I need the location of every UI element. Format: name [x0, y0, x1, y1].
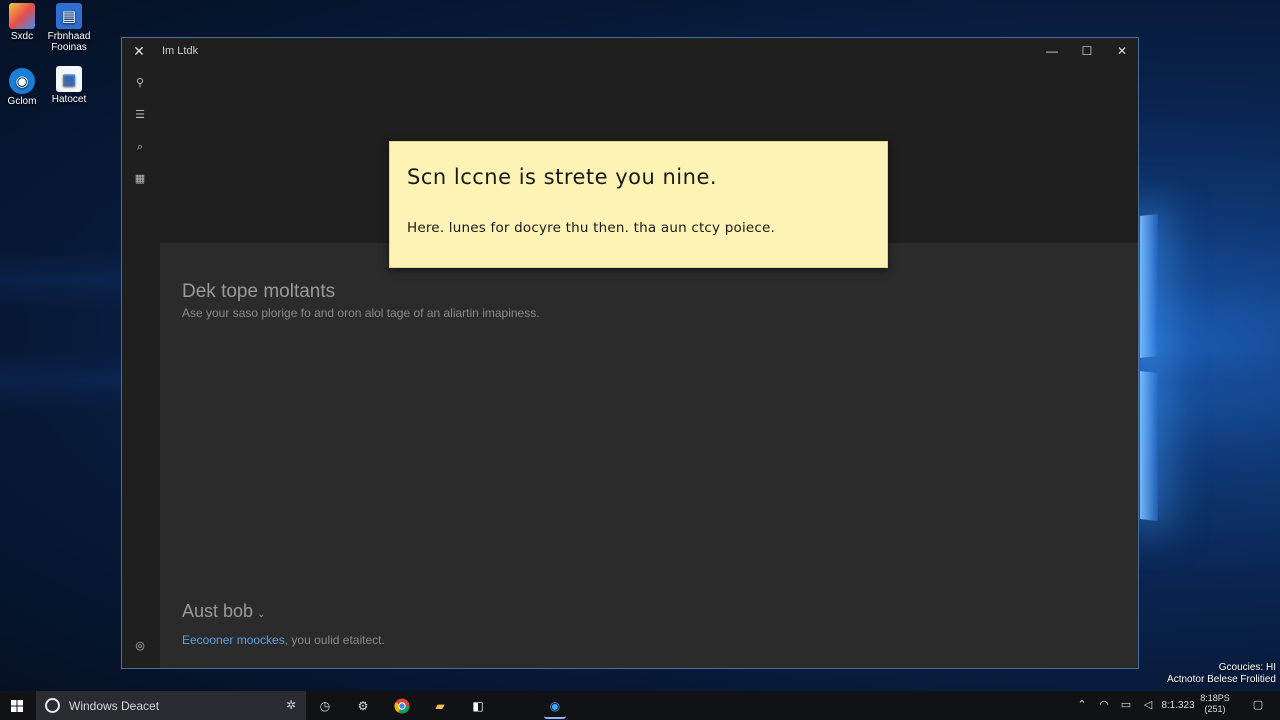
tray-time[interactable]: 8:1.323 — [1160, 691, 1196, 720]
edge-browser-icon: ◉ — [9, 68, 35, 94]
settings-icon[interactable]: ◎ — [131, 637, 149, 655]
note-title: Scn lccne is strete you nine. — [407, 165, 718, 189]
section2-title-text: Aust bob — [182, 601, 254, 621]
close-button[interactable]: ✕ — [1107, 41, 1137, 61]
desktop-icon[interactable]: ▦ Hatocet — [39, 66, 99, 105]
clock-app-icon[interactable]: ◷ — [314, 695, 336, 717]
action-link[interactable]: Eecooner moockes — [182, 633, 285, 647]
search-icon[interactable]: ⌕ — [131, 138, 149, 156]
note-body: Here. lunes for docyre thu then. tha aun… — [407, 220, 776, 236]
section2-title[interactable]: Aust bob ⌄ — [182, 601, 265, 622]
document-icon: ▦ — [56, 66, 82, 92]
section-heading: Dek tope moltants — [182, 281, 336, 302]
desktop-icon-label: Frbnhaad Fooinas — [47, 31, 91, 53]
sticky-note[interactable]: Scn lccne is strete you nine. Here. lune… — [389, 141, 888, 268]
title-bar[interactable]: ✕ Im Ltdk — ☐ ✕ — [122, 38, 1138, 64]
main-content: Dek tope moltants Ase your saso plorige … — [160, 243, 1138, 668]
pin-icon[interactable]: ⚲ — [131, 74, 149, 92]
file-explorer-icon[interactable]: ▰ — [429, 695, 451, 717]
watermark-line1: Gcoucies: HI — [1218, 662, 1276, 673]
search-box[interactable]: Windows Deacet ✲ — [36, 691, 306, 720]
window-title: Im Ltdk — [162, 45, 199, 57]
store-icon[interactable]: ◧ — [467, 695, 489, 717]
wifi-icon[interactable]: ◠ — [1096, 691, 1112, 720]
link-suffix: , you oulid etaitect. — [284, 633, 385, 647]
windows-logo-pane — [1140, 371, 1158, 521]
chrome-icon[interactable] — [391, 695, 413, 717]
desktop-icon-label: Hatocet — [51, 94, 87, 105]
windows-logo-icon — [11, 699, 23, 712]
desktop-icon-label: Sxdc — [10, 31, 34, 42]
section-subtext: Ase your saso plorige fo and oron alol t… — [182, 306, 540, 320]
watermark-line2: Actnotor Belese Frolitied — [1167, 674, 1276, 685]
windows-logo-pane — [1140, 214, 1158, 358]
sparkle-icon[interactable]: ✲ — [286, 698, 296, 712]
edge-icon[interactable]: ◉ — [544, 695, 566, 719]
blue-document-icon: ▤ — [56, 3, 82, 29]
chevron-up-icon[interactable]: ⌃ — [1074, 691, 1090, 720]
calendar-icon[interactable]: ▦ — [131, 170, 149, 188]
left-rail: ⚲ ☰ ⌕ ▦ ◎ — [122, 64, 159, 668]
close-pane-icon[interactable]: ✕ — [131, 43, 147, 59]
activation-watermark: Gcoucies: HI Actnotor Belese Frolitied — [1167, 662, 1276, 686]
notification-icon[interactable]: ▢ — [1250, 691, 1266, 720]
battery-icon[interactable]: ▭ — [1118, 691, 1134, 720]
app-window: ✕ Im Ltdk — ☐ ✕ ⚲ ☰ ⌕ ▦ ◎ Dek tope molta… — [121, 37, 1139, 669]
taskbar: Windows Deacet ✲ ◷ ⚙ ▰ ◧ ◉ ⌃ ◠ ▭ ◁ 8:1.3… — [0, 691, 1280, 720]
list-icon[interactable]: ☰ — [131, 106, 149, 124]
chevron-down-icon: ⌄ — [257, 609, 266, 620]
volume-icon[interactable]: ◁ — [1140, 691, 1156, 720]
search-placeholder: Windows Deacet — [69, 699, 160, 713]
clock-date: (251) — [1204, 704, 1226, 714]
steam-icon[interactable]: ⚙ — [352, 695, 374, 717]
desktop-icon[interactable]: ▤ Frbnhaad Fooinas — [39, 3, 99, 53]
start-button[interactable] — [0, 691, 34, 720]
minimize-button[interactable]: — — [1037, 41, 1067, 61]
color-app-icon — [9, 3, 35, 29]
desktop-icon-label: Gclom — [7, 96, 37, 107]
chrome-logo — [394, 698, 410, 714]
clock[interactable]: 8:18PS (251) — [1200, 693, 1230, 715]
clock-time: 8:18PS — [1200, 693, 1230, 703]
link-line: Eecooner moockes, you oulid etaitect. — [182, 633, 385, 647]
maximize-button[interactable]: ☐ — [1072, 41, 1102, 61]
cortana-icon — [45, 698, 60, 713]
